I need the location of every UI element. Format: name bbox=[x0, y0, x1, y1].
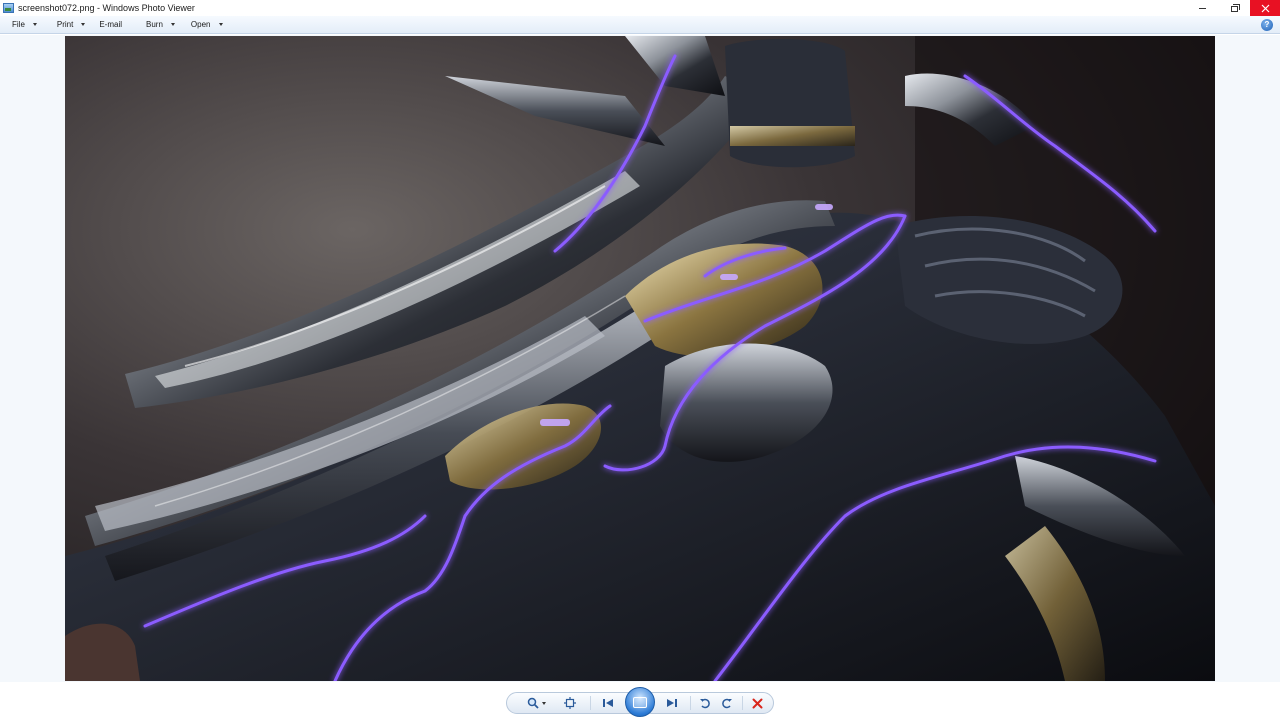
menu-open[interactable]: Open bbox=[185, 16, 229, 34]
close-button[interactable] bbox=[1250, 0, 1280, 16]
toolbar-separator bbox=[690, 696, 691, 710]
previous-button[interactable] bbox=[598, 693, 618, 713]
rotate-clockwise-icon bbox=[722, 698, 732, 709]
delete-button[interactable] bbox=[749, 693, 765, 713]
title-bar: screenshot072.png - Windows Photo Viewer bbox=[0, 0, 1280, 16]
slideshow-icon bbox=[633, 696, 647, 708]
photo-render bbox=[65, 36, 1215, 681]
rotate-counterclockwise-icon bbox=[700, 698, 710, 709]
minimize-icon bbox=[1198, 7, 1206, 9]
minimize-button[interactable] bbox=[1186, 0, 1218, 16]
photo-viewer-app-icon bbox=[3, 3, 14, 13]
next-icon bbox=[667, 699, 677, 707]
window-title: screenshot072.png - Windows Photo Viewer bbox=[18, 3, 195, 13]
actual-size-button[interactable] bbox=[562, 693, 578, 713]
rotate-cw-button[interactable] bbox=[719, 693, 735, 713]
chevron-down-icon bbox=[218, 23, 223, 26]
close-icon bbox=[1261, 4, 1269, 12]
menu-print-label: Print bbox=[56, 20, 74, 29]
fit-window-icon bbox=[564, 697, 576, 709]
chevron-down-icon bbox=[170, 23, 175, 26]
slideshow-button[interactable] bbox=[625, 687, 655, 717]
menu-email-label: E-mail bbox=[99, 20, 123, 29]
help-icon[interactable]: ? bbox=[1261, 19, 1273, 31]
chevron-down-icon bbox=[541, 701, 546, 705]
zoom-button[interactable] bbox=[524, 693, 548, 713]
previous-icon bbox=[603, 699, 613, 707]
rotate-ccw-button[interactable] bbox=[697, 693, 713, 713]
image-viewer-area bbox=[0, 35, 1280, 682]
restore-button[interactable] bbox=[1218, 0, 1250, 16]
magnifier-icon bbox=[527, 697, 539, 709]
menu-open-label: Open bbox=[190, 20, 211, 29]
window-controls bbox=[1186, 0, 1280, 16]
toolbar-separator bbox=[742, 696, 743, 710]
menu-print[interactable]: Print bbox=[51, 16, 91, 34]
delete-x-icon bbox=[752, 698, 762, 708]
chevron-down-icon bbox=[81, 23, 86, 26]
next-button[interactable] bbox=[662, 693, 682, 713]
menu-file-label: File bbox=[12, 20, 25, 29]
menu-burn[interactable]: Burn bbox=[140, 16, 181, 34]
menu-file[interactable]: File bbox=[6, 16, 43, 34]
menu-bar: File Print E-mail Burn Open ? bbox=[0, 16, 1280, 34]
toolbar-separator bbox=[590, 696, 591, 710]
displayed-photo[interactable] bbox=[65, 36, 1215, 681]
chevron-down-icon bbox=[32, 23, 37, 26]
restore-icon bbox=[1230, 4, 1240, 12]
menu-burn-label: Burn bbox=[146, 20, 163, 29]
bottom-toolbar bbox=[0, 682, 1280, 720]
menu-email[interactable]: E-mail bbox=[93, 16, 128, 34]
